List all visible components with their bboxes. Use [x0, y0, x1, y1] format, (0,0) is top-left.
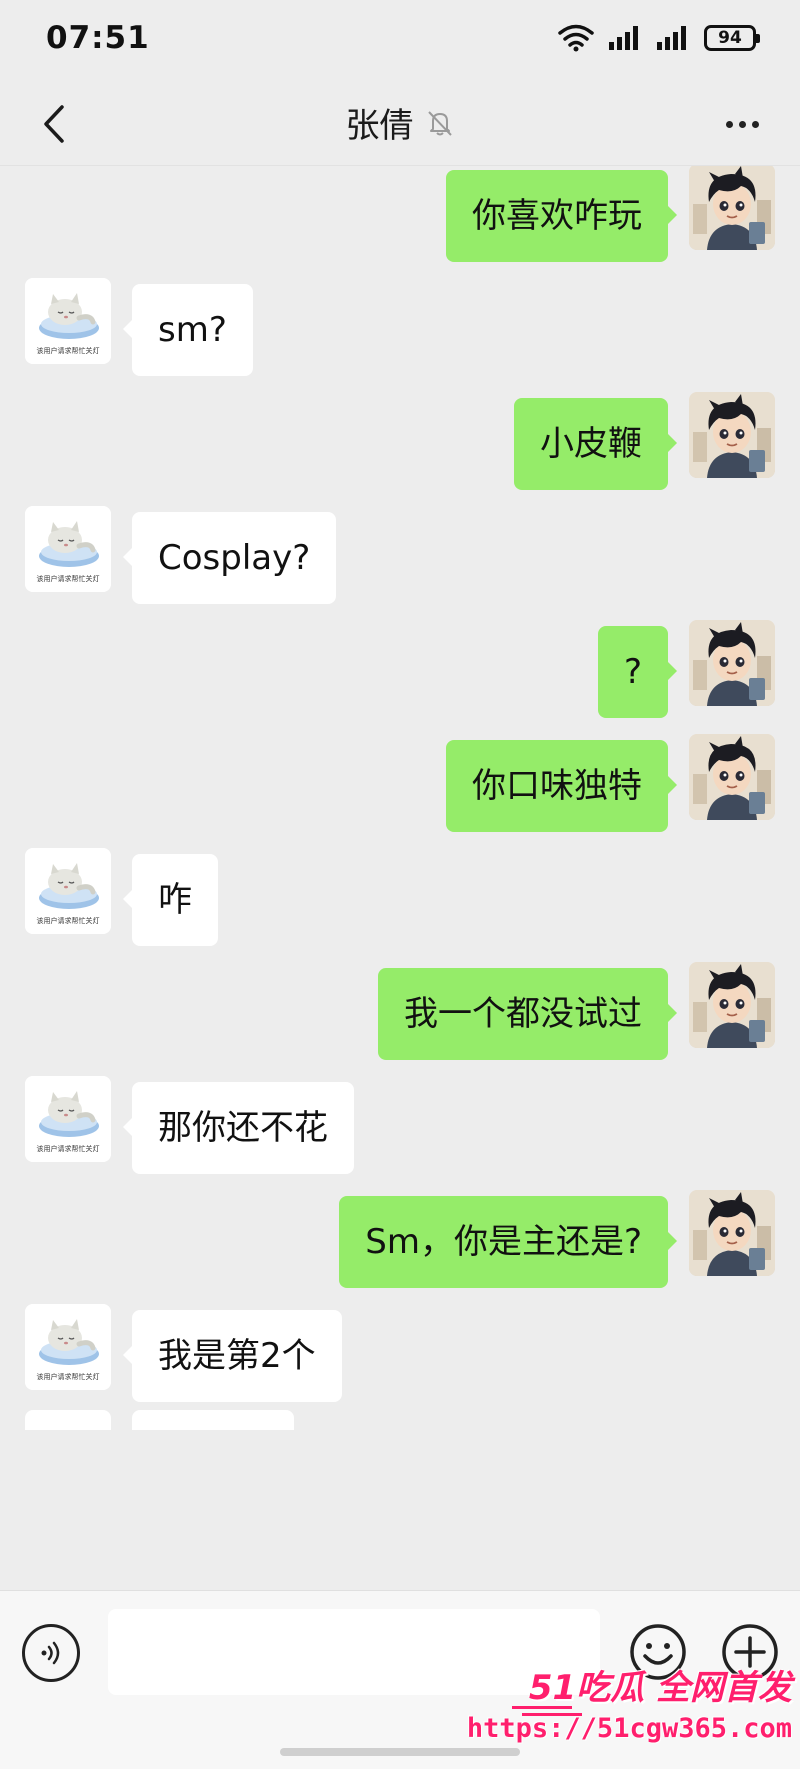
- message-bubble[interactable]: sm?: [123, 284, 253, 376]
- my-avatar[interactable]: [689, 392, 775, 478]
- message-bubble[interactable]: 你喜欢咋玩: [446, 170, 677, 262]
- avatar-cartoon-boy-icon: [689, 1190, 775, 1276]
- message-bubble[interactable]: ?: [597, 626, 678, 718]
- message-bubble[interactable]: Cosplay?: [122, 512, 337, 604]
- my-avatar[interactable]: [689, 166, 775, 250]
- voice-icon: [41, 1641, 60, 1665]
- mute-bell-icon: [427, 110, 452, 136]
- contact-avatar[interactable]: 该用户请求帮忙关灯: [25, 506, 111, 592]
- my-avatar[interactable]: [689, 620, 775, 706]
- speed-lines-icon: [512, 1706, 582, 1716]
- status-bar: 07:51 94: [0, 0, 800, 80]
- watermark: 51吃瓜 全网首发 https://51cgw365.com: [467, 1660, 792, 1744]
- avatar-cartoon-boy-icon: [689, 166, 775, 250]
- message-row-received: 该用户请求帮忙关灯 那你还不花: [0, 1070, 800, 1174]
- my-avatar[interactable]: [689, 1190, 775, 1276]
- partial-avatar: [25, 1410, 111, 1430]
- avatar-caption: 该用户请求帮忙关灯: [36, 1145, 100, 1153]
- chat-screen: 07:51 94 张倩 你喜欢咋玩 该用户请求帮忙关灯 sm? 小皮鞭 该用户请…: [0, 0, 800, 1769]
- message-row-received: 该用户请求帮忙关灯 sm?: [0, 272, 800, 376]
- contact-avatar[interactable]: 该用户请求帮忙关灯: [25, 1304, 111, 1390]
- message-row-received: 该用户请求帮忙关灯 咋: [0, 842, 800, 946]
- contact-avatar[interactable]: 该用户请求帮忙关灯: [25, 848, 111, 934]
- avatar-cartoon-boy-icon: [689, 392, 775, 478]
- contact-avatar[interactable]: 该用户请求帮忙关灯: [25, 278, 111, 364]
- avatar-cartoon-boy-icon: [689, 620, 775, 706]
- message-row-sent: 我一个都没试过: [0, 956, 800, 1060]
- message-bubble[interactable]: Sm，你是主还是?: [339, 1196, 677, 1288]
- signal-icon-2: [657, 26, 686, 50]
- message-bubble[interactable]: 小皮鞭: [514, 398, 677, 490]
- more-dot-icon: [725, 120, 733, 128]
- voice-button[interactable]: [22, 1624, 80, 1682]
- more-dot-icon: [738, 120, 746, 128]
- message-bubble[interactable]: 你口味独特: [446, 740, 677, 832]
- status-icons: 94: [558, 24, 760, 52]
- avatar-caption: 该用户请求帮忙关灯: [36, 347, 100, 355]
- chat-title: 张倩: [345, 106, 414, 146]
- message-bubble[interactable]: 我是第2个: [123, 1310, 342, 1402]
- message-bubble[interactable]: 我一个都没试过: [378, 968, 677, 1060]
- status-time: 07:51: [46, 20, 150, 56]
- avatar-cartoon-boy-icon: [689, 734, 775, 820]
- wifi-icon: [558, 24, 594, 52]
- message-bubble[interactable]: 咋: [123, 854, 218, 946]
- my-avatar[interactable]: [689, 734, 775, 820]
- title-wrap: 张倩: [0, 98, 800, 147]
- watermark-brand: 51吃瓜 全网首发: [528, 1668, 792, 1708]
- message-row-received: 该用户请求帮忙关灯 Cosplay?: [0, 500, 800, 604]
- message-row-sent: ?: [0, 614, 800, 718]
- message-row-sent: 小皮鞭: [0, 386, 800, 490]
- signal-icon: [609, 26, 638, 50]
- message-bubble[interactable]: 那你还不花: [123, 1082, 354, 1174]
- more-options-button[interactable]: [710, 96, 774, 152]
- message-row-received: 该用户请求帮忙关灯 我是第2个: [0, 1298, 800, 1402]
- message-row-sent: 你喜欢咋玩: [0, 166, 800, 262]
- contact-avatar[interactable]: 该用户请求帮忙关灯: [25, 1076, 111, 1162]
- more-dot-icon: [751, 120, 759, 128]
- battery-level: 94: [718, 28, 742, 48]
- partial-bubble: [132, 1410, 294, 1430]
- my-avatar[interactable]: [689, 962, 775, 1048]
- avatar-caption: 该用户请求帮忙关灯: [36, 917, 100, 925]
- home-indicator[interactable]: [280, 1748, 520, 1756]
- avatar-caption: 该用户请求帮忙关灯: [36, 575, 100, 583]
- message-row-sent: 你口味独特: [0, 728, 800, 832]
- message-list[interactable]: 你喜欢咋玩 该用户请求帮忙关灯 sm? 小皮鞭 该用户请求帮忙关灯 Cospla…: [0, 166, 800, 1590]
- nav-bar: 张倩: [0, 80, 800, 166]
- avatar-caption: 该用户请求帮忙关灯: [36, 1373, 100, 1381]
- battery-indicator: 94: [704, 25, 760, 51]
- message-row-sent: Sm，你是主还是?: [0, 1184, 800, 1288]
- avatar-cartoon-boy-icon: [689, 962, 775, 1048]
